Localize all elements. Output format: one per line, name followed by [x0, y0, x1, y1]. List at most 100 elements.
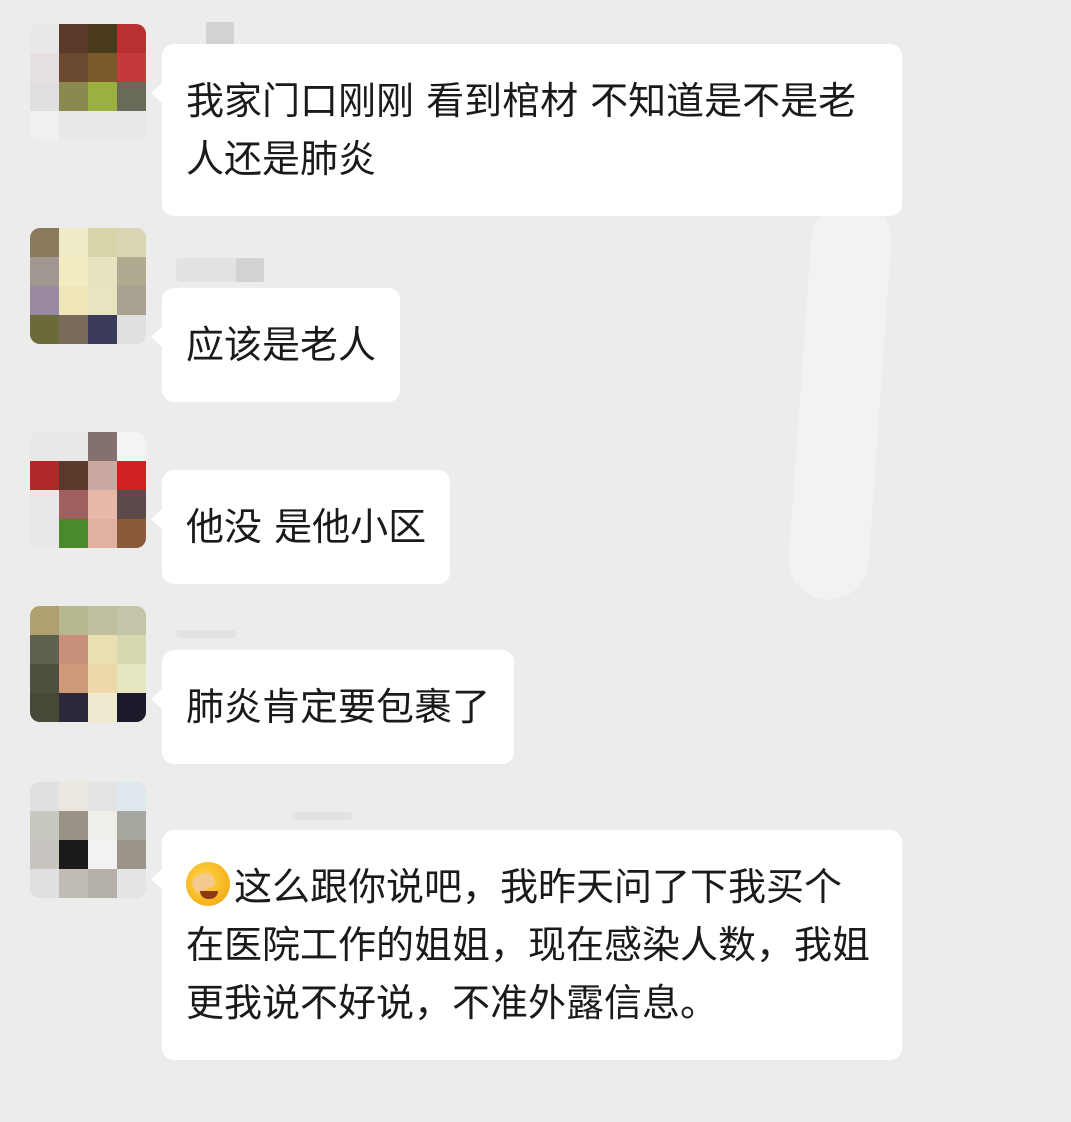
avatar-mosaic-pixel — [59, 286, 88, 315]
message-bubble[interactable]: 这么跟你说吧，我昨天问了下我买个在医院工作的姐姐，现在感染人数，我姐更我说不好说… — [151, 830, 902, 1060]
sender-name-blurred — [176, 22, 236, 46]
avatar-mosaic-pixel — [117, 315, 146, 344]
avatar-mosaic-pixel — [88, 24, 117, 53]
avatar-mosaic-pixel — [30, 519, 59, 548]
avatar-mosaic-pixel — [88, 53, 117, 82]
avatar-mosaic-pixel — [117, 24, 146, 53]
avatar-mosaic-pixel — [30, 635, 59, 664]
avatar-mosaic-pixel — [30, 82, 59, 111]
avatar-mosaic-pixel — [30, 606, 59, 635]
message-text: 肺炎肯定要包裹了 — [186, 685, 491, 729]
avatar-mosaic-pixel — [59, 664, 88, 693]
avatar-mosaic-pixel — [59, 869, 88, 898]
avatar[interactable] — [30, 782, 146, 898]
sender-name-blurred — [292, 812, 352, 820]
avatar-mosaic-pixel — [59, 432, 88, 461]
avatar[interactable] — [30, 228, 146, 344]
avatar-mosaic-pixel — [117, 257, 146, 286]
avatar-mosaic-pixel — [117, 286, 146, 315]
avatar-mosaic-pixel — [117, 782, 146, 811]
avatar-mosaic-pixel — [88, 693, 117, 722]
avatar-mosaic-pixel — [88, 82, 117, 111]
avatar-mosaic-pixel — [88, 286, 117, 315]
message-bubble[interactable]: 肺炎肯定要包裹了 — [150, 650, 515, 764]
avatar-mosaic-pixel — [88, 869, 117, 898]
avatar-mosaic-pixel — [59, 461, 88, 490]
avatar-mosaic-pixel — [117, 606, 146, 635]
avatar-mosaic-pixel — [117, 869, 146, 898]
avatar-mosaic-pixel — [59, 693, 88, 722]
sender-name-blurred — [176, 258, 264, 282]
avatar-mosaic-pixel — [88, 782, 117, 811]
avatar-mosaic-pixel — [30, 840, 59, 869]
avatar-mosaic-pixel — [30, 257, 59, 286]
message-text: 这么跟你说吧，我昨天问了下我买个在医院工作的姐姐，现在感染人数，我姐更我说不好说… — [186, 865, 871, 1025]
avatar-mosaic-pixel — [59, 53, 88, 82]
avatar-mosaic-pixel — [88, 635, 117, 664]
message-bubble[interactable]: 应该是老人 — [150, 288, 401, 402]
avatar-mosaic-pixel — [117, 519, 146, 548]
avatar-mosaic-pixel — [88, 811, 117, 840]
avatar-mosaic-pixel — [88, 257, 117, 286]
avatar-mosaic-pixel — [59, 315, 88, 344]
avatar[interactable] — [30, 432, 146, 548]
avatar-mosaic-pixel — [88, 315, 117, 344]
avatar-mosaic-pixel — [59, 782, 88, 811]
avatar-mosaic-pixel — [117, 490, 146, 519]
avatar-mosaic-pixel — [88, 111, 117, 140]
avatar-mosaic-pixel — [117, 432, 146, 461]
message-bubble[interactable]: 我家门口刚刚 看到棺材 不知道是不是老人还是肺炎 — [151, 44, 902, 216]
avatar[interactable] — [30, 606, 146, 722]
avatar-mosaic-pixel — [59, 519, 88, 548]
sender-name-blurred — [176, 630, 236, 638]
avatar-mosaic-pixel — [30, 811, 59, 840]
avatar-mosaic-pixel — [30, 111, 59, 140]
avatar-mosaic-pixel — [59, 228, 88, 257]
avatar-mosaic-pixel — [59, 811, 88, 840]
avatar[interactable] — [30, 24, 146, 140]
avatar-mosaic-pixel — [30, 664, 59, 693]
avatar-mosaic-pixel — [30, 315, 59, 344]
avatar-mosaic-pixel — [30, 869, 59, 898]
message-text: 我家门口刚刚 看到棺材 不知道是不是老人还是肺炎 — [186, 79, 857, 181]
avatar-mosaic-pixel — [30, 432, 59, 461]
avatar-mosaic-pixel — [59, 635, 88, 664]
avatar-mosaic-pixel — [30, 24, 59, 53]
avatar-mosaic-pixel — [117, 111, 146, 140]
avatar-mosaic-pixel — [30, 782, 59, 811]
avatar-mosaic-pixel — [59, 82, 88, 111]
avatar-mosaic-pixel — [117, 811, 146, 840]
message-text: 他没 是他小区 — [186, 505, 427, 549]
avatar-mosaic-pixel — [117, 635, 146, 664]
avatar-mosaic-pixel — [88, 432, 117, 461]
avatar-mosaic-pixel — [30, 461, 59, 490]
avatar-mosaic-pixel — [88, 664, 117, 693]
avatar-mosaic-pixel — [117, 228, 146, 257]
avatar-mosaic-pixel — [88, 519, 117, 548]
avatar-mosaic-pixel — [88, 461, 117, 490]
avatar-mosaic-pixel — [59, 840, 88, 869]
avatar-mosaic-pixel — [30, 53, 59, 82]
avatar-mosaic-pixel — [117, 840, 146, 869]
avatar-mosaic-pixel — [88, 840, 117, 869]
avatar-mosaic-pixel — [117, 461, 146, 490]
avatar-mosaic-pixel — [59, 606, 88, 635]
avatar-mosaic-pixel — [30, 228, 59, 257]
avatar-mosaic-pixel — [30, 286, 59, 315]
face-palm-emoji-icon — [186, 862, 230, 906]
message-bubble[interactable]: 他没 是他小区 — [150, 470, 451, 584]
avatar-mosaic-pixel — [59, 257, 88, 286]
avatar-mosaic-pixel — [117, 82, 146, 111]
avatar-mosaic-pixel — [117, 693, 146, 722]
avatar-mosaic-pixel — [88, 606, 117, 635]
avatar-mosaic-pixel — [59, 490, 88, 519]
avatar-mosaic-pixel — [88, 228, 117, 257]
avatar-mosaic-pixel — [30, 693, 59, 722]
avatar-mosaic-pixel — [117, 53, 146, 82]
avatar-mosaic-pixel — [88, 490, 117, 519]
screen-glare — [786, 197, 894, 603]
avatar-mosaic-pixel — [117, 664, 146, 693]
message-text: 应该是老人 — [186, 323, 377, 367]
avatar-mosaic-pixel — [59, 24, 88, 53]
avatar-mosaic-pixel — [59, 111, 88, 140]
